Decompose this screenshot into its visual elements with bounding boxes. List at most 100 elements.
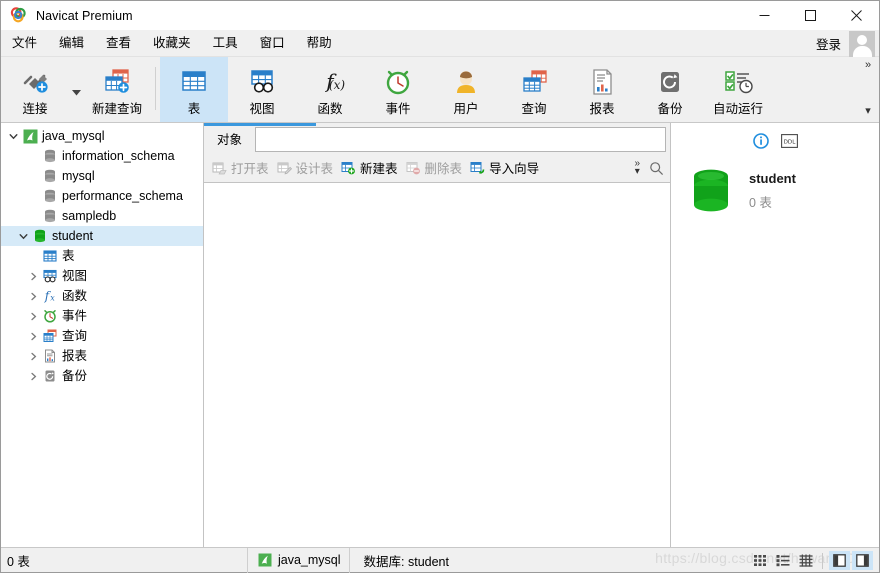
open-table-label: 打开表 <box>231 162 269 176</box>
backup-icon <box>41 369 59 383</box>
tree-label: sampledb <box>62 209 117 223</box>
ribbon-backup-label: 备份 <box>657 102 683 116</box>
delete-table-button[interactable]: 删除表 <box>404 156 469 179</box>
menu-help[interactable]: 帮助 <box>296 32 343 54</box>
ribbon-report[interactable]: 报表 <box>568 57 636 122</box>
ribbon-automation[interactable]: 自动运行 <box>704 57 772 122</box>
ribbon-view[interactable]: 视图 <box>228 57 296 122</box>
ribbon-overflow-caret-icon[interactable]: ▾ <box>865 104 871 117</box>
object-list-area[interactable] <box>204 183 670 547</box>
object-toolbar-right: » ▾ <box>634 153 664 183</box>
tree-node-backups[interactable]: 备份 <box>1 366 203 386</box>
tree-node-tables[interactable]: 表 <box>1 246 203 266</box>
tree-node-java_mysql[interactable]: java_mysql <box>1 126 203 146</box>
design-table-button[interactable]: 设计表 <box>275 156 340 179</box>
chevron-right-icon[interactable] <box>25 372 41 381</box>
ribbon-automation-label: 自动运行 <box>712 102 763 116</box>
ribbon-user-label: 用户 <box>453 102 479 116</box>
backup-icon <box>654 66 686 98</box>
status-database: 数据库: student <box>363 554 449 569</box>
close-button[interactable] <box>833 1 879 30</box>
database-icon <box>687 167 735 215</box>
ribbon-table-label: 表 <box>187 102 201 116</box>
menu-file[interactable]: 文件 <box>1 32 48 54</box>
menu-view[interactable]: 查看 <box>95 32 142 54</box>
login-button[interactable]: 登录 <box>816 34 841 53</box>
svg-text:DDL: DDL <box>783 139 796 145</box>
tree-label: student <box>52 229 94 243</box>
tree-node-performance_schema[interactable]: performance_schema <box>1 186 203 206</box>
tree-node-sampledb[interactable]: sampledb <box>1 206 203 226</box>
ribbon-function-label: 函数 <box>317 102 343 116</box>
info-icon[interactable] <box>752 133 769 149</box>
ddl-button[interactable]: DDL <box>780 134 798 148</box>
tree-node-information_schema[interactable]: information_schema <box>1 146 203 166</box>
tree-node-functions[interactable]: fx 函数 <box>1 286 203 306</box>
tree-label: performance_schema <box>62 189 183 203</box>
ribbon-query[interactable]: 查询 <box>500 57 568 122</box>
new-table-icon <box>341 161 356 175</box>
grid-view-button[interactable] <box>749 551 770 570</box>
new-table-button[interactable]: 新建表 <box>339 156 404 179</box>
ribbon-new-query[interactable]: 新建查询 <box>83 57 151 122</box>
svg-text:x: x <box>50 294 55 303</box>
new-query-icon <box>100 66 134 98</box>
ribbon-query-label: 查询 <box>521 102 547 116</box>
tree-node-student[interactable]: student <box>1 226 203 246</box>
chevron-right-icon[interactable] <box>25 332 41 341</box>
ribbon-overflow-chevron-icon[interactable]: » <box>865 59 871 71</box>
tree-node-views[interactable]: 视图 <box>1 266 203 286</box>
chevron-right-icon[interactable] <box>25 292 41 301</box>
chevron-down-icon[interactable] <box>15 232 31 241</box>
status-connection-name: java_mysql <box>278 553 341 567</box>
search-icon[interactable] <box>649 161 664 176</box>
chevron-right-icon[interactable] <box>25 352 41 361</box>
connection-node-icon <box>21 129 39 144</box>
tree-node-events[interactable]: 事件 <box>1 306 203 326</box>
menu-favorites[interactable]: 收藏夹 <box>142 32 202 54</box>
maximize-button[interactable] <box>787 1 833 30</box>
connection-dropdown-caret-icon[interactable] <box>69 57 83 122</box>
design-table-icon <box>277 161 292 175</box>
info-panel-text: student 0 表 <box>749 171 796 211</box>
menu-tools[interactable]: 工具 <box>202 32 249 54</box>
tree-node-reports[interactable]: 报表 <box>1 346 203 366</box>
navicat-window: Navicat Premium 文件 编辑 查看 收藏夹 工具 窗口 帮助 登录 <box>0 0 880 573</box>
toolbar-overflow-button[interactable]: » ▾ <box>634 159 640 177</box>
window-controls <box>741 1 879 30</box>
ribbon-user[interactable]: 用户 <box>432 57 500 122</box>
object-filter-input[interactable] <box>255 127 666 152</box>
window-title: Navicat Premium <box>36 8 133 23</box>
left-pane-toggle[interactable] <box>829 551 850 570</box>
tree-label: mysql <box>62 169 95 183</box>
report-icon <box>586 66 618 98</box>
navigation-sidebar[interactable]: java_mysql information_schema mysql perf… <box>1 123 204 547</box>
menu-edit[interactable]: 编辑 <box>48 32 95 54</box>
tree-label: 视图 <box>62 269 88 283</box>
right-pane-toggle[interactable] <box>852 551 873 570</box>
chevron-right-icon[interactable] <box>25 312 41 321</box>
import-wizard-button[interactable]: 导入向导 <box>468 156 545 179</box>
svg-text:(x): (x) <box>329 78 345 92</box>
minimize-button[interactable] <box>741 1 787 30</box>
user-avatar-icon[interactable] <box>849 30 875 57</box>
ribbon-event[interactable]: 事件 <box>364 57 432 122</box>
tree-node-mysql[interactable]: mysql <box>1 166 203 186</box>
ribbon-table[interactable]: 表 <box>160 57 228 122</box>
ribbon-separator <box>155 67 156 110</box>
list-view-button[interactable] <box>772 551 793 570</box>
menu-window[interactable]: 窗口 <box>249 32 296 54</box>
tree-node-queries[interactable]: 查询 <box>1 326 203 346</box>
tree-label: 事件 <box>62 309 88 323</box>
open-table-button[interactable]: 打开表 <box>210 156 275 179</box>
ribbon-function[interactable]: f (x) 函数 <box>296 57 364 122</box>
chevron-right-icon[interactable] <box>25 272 41 281</box>
ribbon-event-label: 事件 <box>385 102 411 116</box>
chevron-down-icon[interactable] <box>5 132 21 141</box>
ribbon-backup[interactable]: 备份 <box>636 57 704 122</box>
detail-view-button[interactable] <box>795 551 816 570</box>
ribbon-overflow[interactable]: » ▾ <box>859 57 877 123</box>
tab-objects[interactable]: 对象 <box>204 127 255 153</box>
view-icon <box>246 66 278 98</box>
ribbon-connection[interactable]: 连接 <box>1 57 69 122</box>
